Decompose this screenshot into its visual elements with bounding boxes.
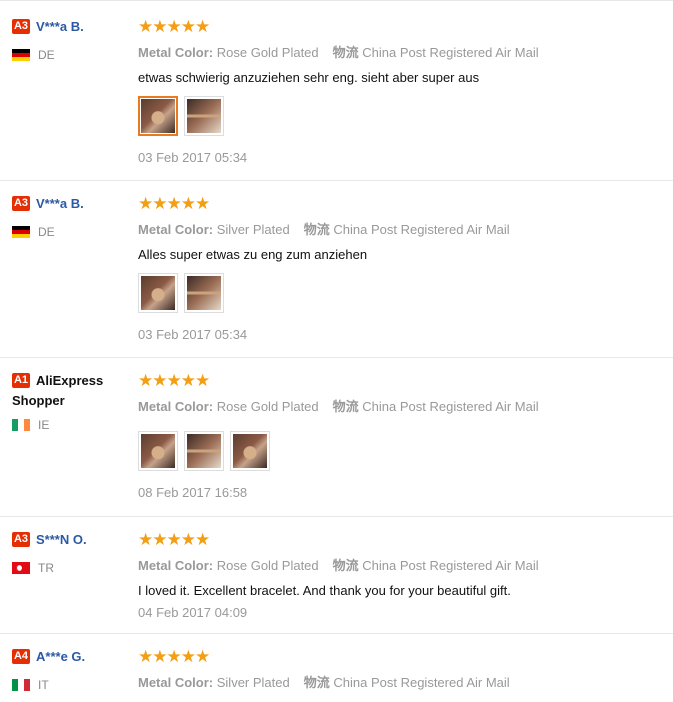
reviewer-info: A3 V***a B. DE — [12, 195, 130, 239]
star-rating: ★★★★★ — [138, 371, 210, 390]
metal-color-label: Metal Color: — [138, 222, 214, 237]
review-photos — [138, 431, 668, 471]
review-photo-thumbnail[interactable] — [184, 96, 224, 136]
star-rating: ★★★★★ — [138, 530, 210, 549]
photo-image — [187, 434, 221, 468]
germany-flag-icon — [12, 49, 30, 61]
review-photo-thumbnail[interactable] — [184, 431, 224, 471]
reviewer-name[interactable]: V***a B. — [36, 19, 84, 34]
review-date: 03 Feb 2017 05:34 — [138, 150, 248, 165]
country-code: IT — [38, 678, 49, 692]
metal-color-value: Rose Gold Plated — [216, 399, 319, 414]
reviewer-name: AliExpress — [36, 373, 104, 389]
buyer-level-badge: A1 — [12, 373, 30, 389]
metal-color-label: Metal Color: — [138, 558, 214, 573]
order-info: Metal Color: Silver Plated 物流 China Post … — [138, 672, 668, 691]
shipping-label: 物流 — [332, 399, 359, 414]
shipping-label: 物流 — [332, 558, 359, 573]
photo-image — [187, 276, 221, 310]
ireland-flag-icon — [12, 419, 30, 431]
metal-color-value: Rose Gold Plated — [216, 45, 319, 60]
review-photo-thumbnail[interactable] — [138, 96, 178, 136]
shipping-label: 物流 — [303, 222, 330, 237]
reviewer-name[interactable]: V***a B. — [36, 196, 84, 211]
metal-color-label: Metal Color: — [138, 399, 214, 414]
italy-flag-icon — [12, 679, 30, 691]
order-info: Metal Color: Silver Plated 物流 China Post … — [138, 219, 668, 238]
review-body: ★★★★★ Metal Color: Rose Gold Plated 物流 Ch… — [138, 372, 668, 500]
review-comment: I loved it. Excellent bracelet. And than… — [138, 583, 511, 598]
reviewer-country: IE — [12, 418, 130, 432]
buyer-level-badge: A4 — [12, 649, 30, 665]
photo-image — [187, 99, 221, 133]
shipping-value: China Post Registered Air Mail — [362, 399, 539, 414]
review-item: A4 A***e G. IT ★★★★★ Metal Color: Silver … — [0, 634, 673, 702]
photo-image — [141, 99, 175, 133]
photo-image — [141, 434, 175, 468]
star-rating: ★★★★★ — [138, 647, 210, 666]
review-item: A1 AliExpress Shopper IE ★★★★★ Metal Colo… — [0, 358, 673, 517]
review-body: ★★★★★ Metal Color: Silver Plated 物流 China… — [138, 195, 668, 342]
review-date: 03 Feb 2017 05:34 — [138, 327, 248, 342]
buyer-level-badge: A3 — [12, 532, 30, 548]
photo-image — [141, 276, 175, 310]
shipping-value: China Post Registered Air Mail — [333, 675, 510, 690]
order-info: Metal Color: Rose Gold Plated 物流 China Po… — [138, 42, 668, 61]
buyer-level-badge: A3 — [12, 196, 30, 212]
review-item: A3 V***a B. DE ★★★★★ Metal Color: Rose Go… — [0, 4, 673, 181]
review-body: ★★★★★ Metal Color: Silver Plated 物流 China… — [138, 648, 668, 691]
reviewer-name[interactable]: S***N O. — [36, 532, 87, 547]
review-body: ★★★★★ Metal Color: Rose Gold Plated 物流 Ch… — [138, 18, 668, 165]
metal-color-label: Metal Color: — [138, 675, 214, 690]
reviewer-info: A4 A***e G. IT — [12, 648, 130, 692]
photo-image — [233, 434, 267, 468]
review-date: 04 Feb 2017 04:09 — [138, 605, 248, 620]
reviewer-info: A1 AliExpress Shopper IE — [12, 372, 130, 432]
reviewer-name-line2: Shopper — [12, 393, 65, 408]
star-rating: ★★★★★ — [138, 17, 210, 36]
country-code: DE — [38, 225, 55, 239]
review-photos — [138, 273, 668, 313]
review-photos — [138, 96, 668, 136]
shipping-label: 物流 — [303, 675, 330, 690]
buyer-level-badge: A3 — [12, 19, 30, 35]
metal-color-label: Metal Color: — [138, 45, 214, 60]
review-photo-thumbnail[interactable] — [138, 431, 178, 471]
star-rating: ★★★★★ — [138, 194, 210, 213]
review-photo-thumbnail[interactable] — [184, 273, 224, 313]
reviewer-country: IT — [12, 678, 130, 692]
reviewer-country: DE — [12, 225, 130, 239]
reviewer-name[interactable]: A***e G. — [36, 649, 85, 664]
reviewer-country: TR — [12, 561, 130, 575]
review-item: A3 V***a B. DE ★★★★★ Metal Color: Silver … — [0, 181, 673, 358]
country-code: TR — [38, 561, 54, 575]
shipping-label: 物流 — [332, 45, 359, 60]
review-item: A3 S***N O. TR ★★★★★ Metal Color: Rose Go… — [0, 517, 673, 634]
review-date: 08 Feb 2017 16:58 — [138, 485, 248, 500]
review-photo-thumbnail[interactable] — [230, 431, 270, 471]
reviewer-country: DE — [12, 48, 130, 62]
turkey-flag-icon — [12, 562, 30, 574]
metal-color-value: Rose Gold Plated — [216, 558, 319, 573]
review-body: ★★★★★ Metal Color: Rose Gold Plated 物流 Ch… — [138, 530, 668, 621]
reviewer-info: A3 V***a B. DE — [12, 18, 130, 62]
shipping-value: China Post Registered Air Mail — [362, 45, 539, 60]
germany-flag-icon — [12, 226, 30, 238]
shipping-value: China Post Registered Air Mail — [333, 222, 510, 237]
metal-color-value: Silver Plated — [216, 222, 290, 237]
review-photo-thumbnail[interactable] — [138, 273, 178, 313]
shipping-value: China Post Registered Air Mail — [362, 558, 539, 573]
review-comment: Alles super etwas zu eng zum anziehen — [138, 247, 368, 262]
review-comment: etwas schwierig anzuziehen sehr eng. sie… — [138, 70, 480, 85]
order-info: Metal Color: Rose Gold Plated 物流 China Po… — [138, 555, 668, 574]
country-code: DE — [38, 48, 55, 62]
reviewer-info: A3 S***N O. TR — [12, 531, 130, 575]
order-info: Metal Color: Rose Gold Plated 物流 China Po… — [138, 396, 668, 415]
metal-color-value: Silver Plated — [216, 675, 290, 690]
country-code: IE — [38, 418, 50, 432]
